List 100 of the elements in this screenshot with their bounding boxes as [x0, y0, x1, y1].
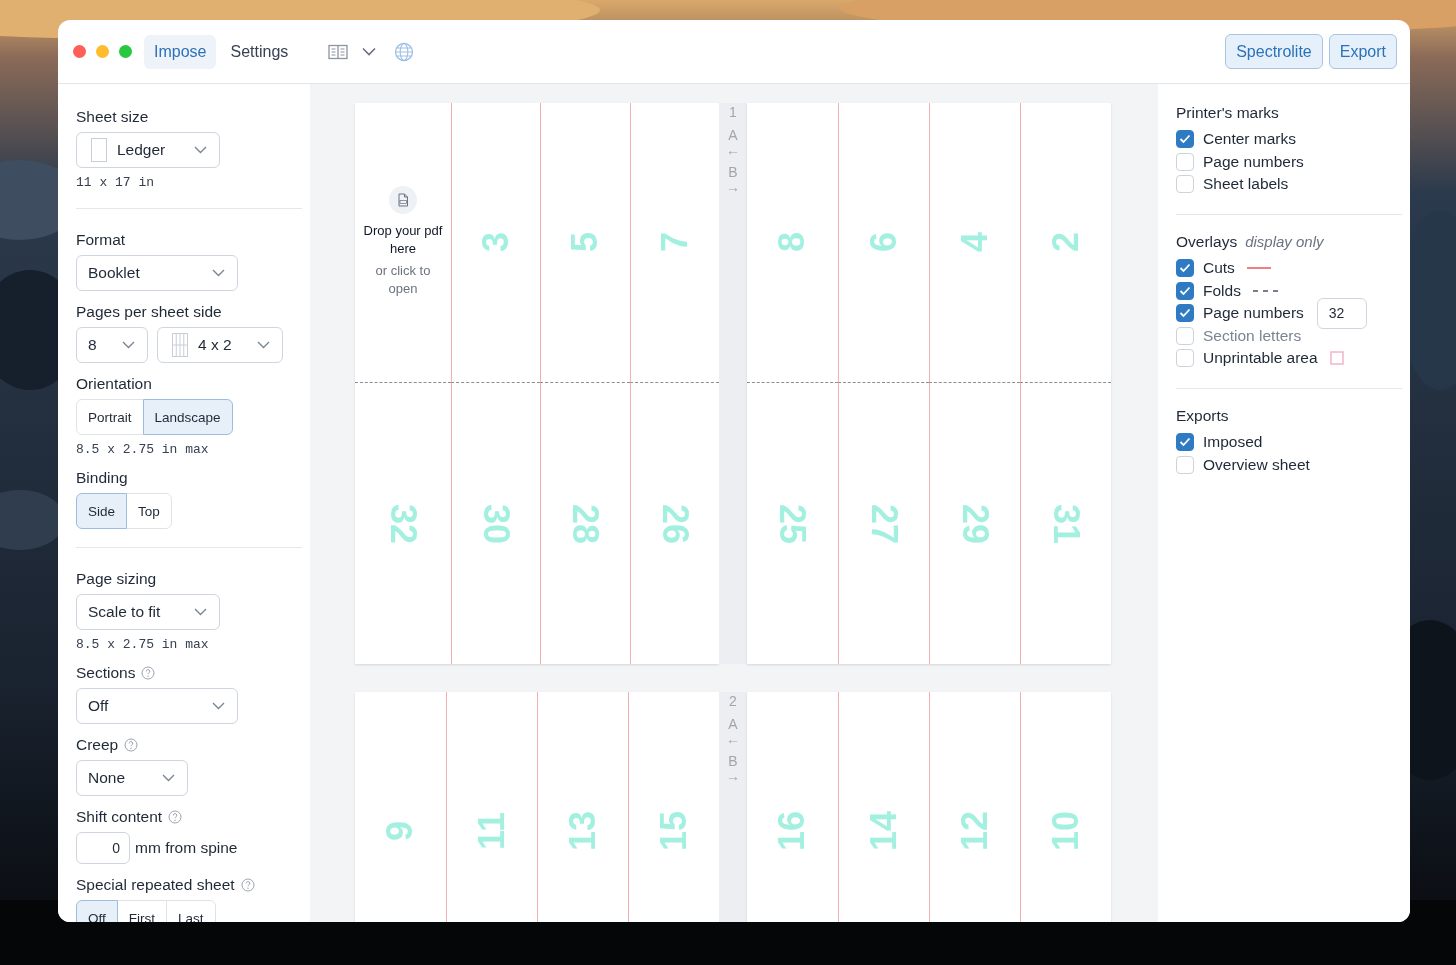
page-number: 31 — [1045, 504, 1087, 544]
chevron-down-icon — [162, 774, 175, 782]
close-button[interactable] — [73, 45, 86, 58]
group-title: Exports — [1176, 406, 1229, 425]
checkbox-label[interactable]: Sheet labels — [1203, 175, 1289, 194]
field-label: Orientation — [76, 375, 152, 393]
checkbox[interactable] — [1176, 304, 1194, 323]
checkbox-label[interactable]: Cuts — [1203, 259, 1235, 278]
group-title: Overlays — [1176, 232, 1238, 251]
checkbox[interactable] — [1176, 281, 1194, 300]
arrow-glyph: → — [726, 769, 740, 783]
segment-option[interactable]: Off — [76, 900, 118, 922]
segment-option[interactable]: Top — [126, 493, 172, 529]
page-number: 11 — [471, 811, 513, 851]
page-number: 27 — [863, 504, 905, 544]
checkbox[interactable] — [1176, 433, 1194, 452]
page-number: 5 — [564, 232, 607, 252]
page-number: 15 — [653, 811, 695, 851]
chevron-down-icon — [194, 608, 207, 616]
checkbox-label[interactable]: Page numbers — [1203, 152, 1304, 171]
page-number: 6 — [863, 232, 905, 252]
page-number: 2 — [1045, 232, 1087, 252]
check-icon — [1179, 437, 1191, 448]
side-label: B — [728, 165, 738, 180]
side-label: A — [728, 717, 738, 732]
checkbox-label[interactable]: Folds — [1203, 281, 1241, 300]
page-number: 32 — [382, 504, 424, 544]
size-note: 8.5 x 2.75 in max — [76, 442, 210, 457]
dropdown[interactable]: 8 — [76, 327, 148, 363]
page-number: 4 — [954, 232, 996, 252]
minimize-button[interactable] — [96, 45, 109, 58]
page-number: 30 — [475, 504, 518, 544]
segment-option[interactable]: Side — [76, 493, 128, 529]
cut-line-sample-icon — [1246, 267, 1271, 270]
fold-line-sample-icon — [1252, 289, 1279, 292]
checkbox-label[interactable]: Page numbers — [1203, 304, 1304, 323]
chevron-down-icon — [257, 341, 270, 349]
dropdown[interactable]: Off — [76, 688, 238, 724]
page-number: 16 — [771, 811, 814, 851]
help-icon[interactable] — [124, 738, 139, 752]
checkbox-label[interactable]: Imposed — [1203, 433, 1263, 452]
page-number: 14 — [863, 811, 905, 851]
chevron-down-icon[interactable] — [362, 47, 377, 56]
check-icon — [1179, 285, 1191, 296]
page-number: 10 — [1045, 811, 1087, 851]
drop-hint[interactable]: or click to open — [363, 262, 443, 298]
field-label: Binding — [76, 469, 128, 487]
side-label: B — [728, 754, 738, 769]
group-subtitle: display only — [1245, 232, 1324, 250]
segment-option[interactable]: Landscape — [142, 399, 233, 435]
number-field[interactable]: 32 — [1316, 297, 1367, 329]
help-icon[interactable] — [168, 810, 183, 824]
field-label: Sheet size — [76, 108, 149, 126]
unit-label: mm from spine — [135, 839, 238, 857]
dropdown[interactable]: Ledger — [76, 132, 220, 168]
field-label: Sections — [76, 664, 136, 682]
tab[interactable]: Settings — [220, 34, 299, 69]
drop-title[interactable]: Drop your pdf here — [355, 222, 451, 258]
field-label: Creep — [76, 736, 119, 754]
pdf-file-icon[interactable] — [389, 186, 417, 214]
field-label: Special repeated sheet — [76, 876, 235, 894]
segment-option[interactable]: First — [116, 900, 167, 922]
field-label: Pages per sheet side — [76, 303, 222, 321]
toolbar-button[interactable]: Spectrolite — [1225, 34, 1323, 69]
help-icon[interactable] — [240, 878, 255, 892]
checkbox-label[interactable]: Center marks — [1203, 130, 1297, 149]
number-field[interactable]: 0 — [76, 832, 130, 864]
help-icon[interactable] — [141, 666, 156, 680]
page-number: 26 — [653, 504, 696, 544]
check-icon — [1179, 263, 1191, 274]
dropdown[interactable]: Booklet — [76, 255, 238, 291]
tab[interactable]: Impose — [144, 34, 217, 69]
checkbox-label[interactable]: Unprintable area — [1203, 349, 1318, 368]
page-number: 8 — [771, 232, 814, 252]
chevron-down-icon — [122, 341, 135, 349]
sheet-number: 1 — [729, 105, 737, 120]
toolbar-button[interactable]: Export — [1328, 34, 1397, 69]
chevron-down-icon — [212, 269, 225, 277]
segment-option[interactable]: Portrait — [76, 399, 144, 435]
page-number: 13 — [562, 811, 604, 851]
group-title: Printer's marks — [1176, 104, 1279, 122]
dropdown[interactable]: Scale to fit — [76, 594, 220, 630]
checkbox-label[interactable]: Overview sheet — [1203, 455, 1310, 474]
book-icon[interactable] — [328, 43, 349, 60]
size-note: 8.5 x 2.75 in max — [76, 637, 210, 652]
page-number: 7 — [653, 232, 696, 252]
chevron-down-icon — [212, 702, 225, 710]
arrow-glyph: ← — [726, 143, 740, 157]
size-note: 11 x 17 in — [76, 175, 155, 190]
arrow-glyph: ← — [726, 732, 740, 746]
dropdown[interactable]: 4 x 2 — [157, 327, 283, 363]
field-label: Shift content — [76, 808, 163, 826]
checkbox[interactable] — [1176, 130, 1194, 149]
chevron-down-icon — [194, 146, 207, 154]
dropdown[interactable]: None — [76, 760, 188, 796]
checkbox[interactable] — [1176, 259, 1194, 278]
globe-icon[interactable] — [394, 41, 415, 62]
segment-option[interactable]: Last — [166, 900, 216, 922]
check-icon — [1179, 308, 1191, 319]
zoom-button[interactable] — [119, 45, 132, 58]
